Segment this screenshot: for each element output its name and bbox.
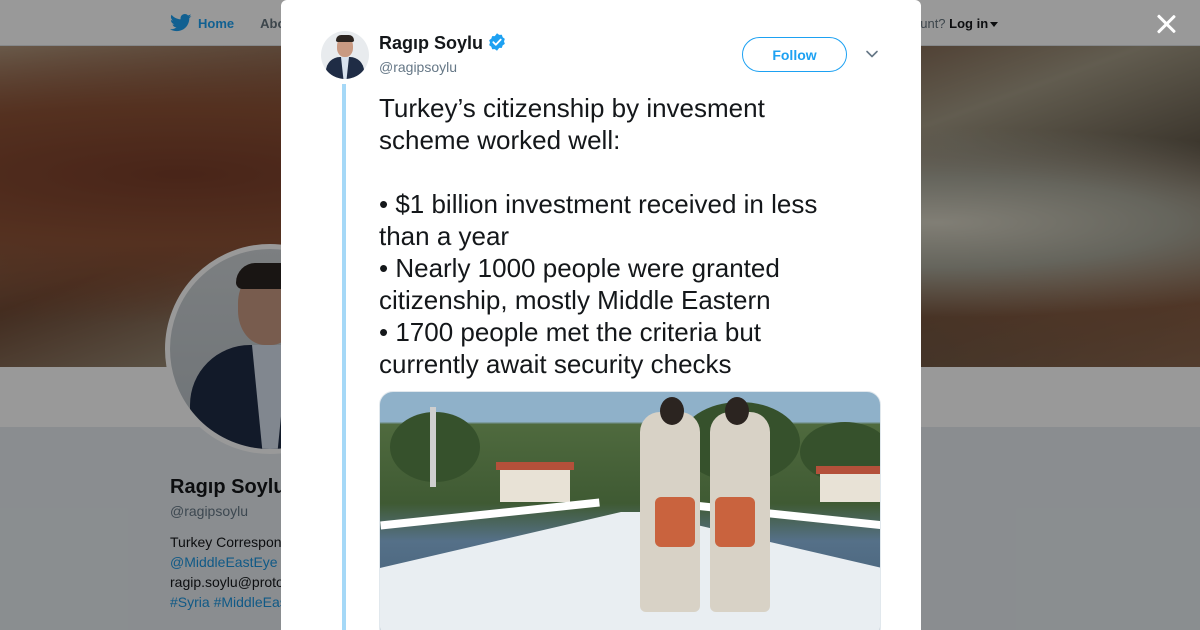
thread-line bbox=[342, 84, 346, 630]
follow-button[interactable]: Follow bbox=[742, 37, 847, 72]
author-handle[interactable]: @ragipsoylu bbox=[379, 59, 457, 75]
tweet-text-line: than a year bbox=[379, 221, 510, 251]
tweet-text-line: • 1700 people met the criteria but bbox=[379, 317, 762, 347]
tweet-text-line: currently await security checks bbox=[379, 349, 732, 379]
tweet-text-line: • Nearly 1000 people were granted bbox=[379, 253, 780, 283]
tweet-text-line: Turkey’s citizenship by invesment bbox=[379, 93, 765, 123]
chevron-down-icon[interactable] bbox=[865, 47, 879, 61]
tweet-text-line: citizenship, mostly Middle Eastern bbox=[379, 285, 771, 315]
verified-badge-icon bbox=[489, 33, 505, 51]
tweet-text: Turkey’s citizenship by invesment scheme… bbox=[379, 92, 879, 380]
tweet-text-line: scheme worked well: bbox=[379, 125, 621, 155]
tweet-modal: Ragıp Soylu @ragipsoylu Follow Turkey’s … bbox=[281, 0, 921, 630]
tweet-text-line bbox=[379, 156, 879, 188]
tweet-media-image[interactable] bbox=[379, 391, 881, 630]
author-name[interactable]: Ragıp Soylu bbox=[379, 33, 483, 54]
author-avatar[interactable] bbox=[321, 31, 369, 79]
tweet-text-line: • $1 billion investment received in less bbox=[379, 189, 818, 219]
close-icon[interactable] bbox=[1154, 12, 1178, 36]
